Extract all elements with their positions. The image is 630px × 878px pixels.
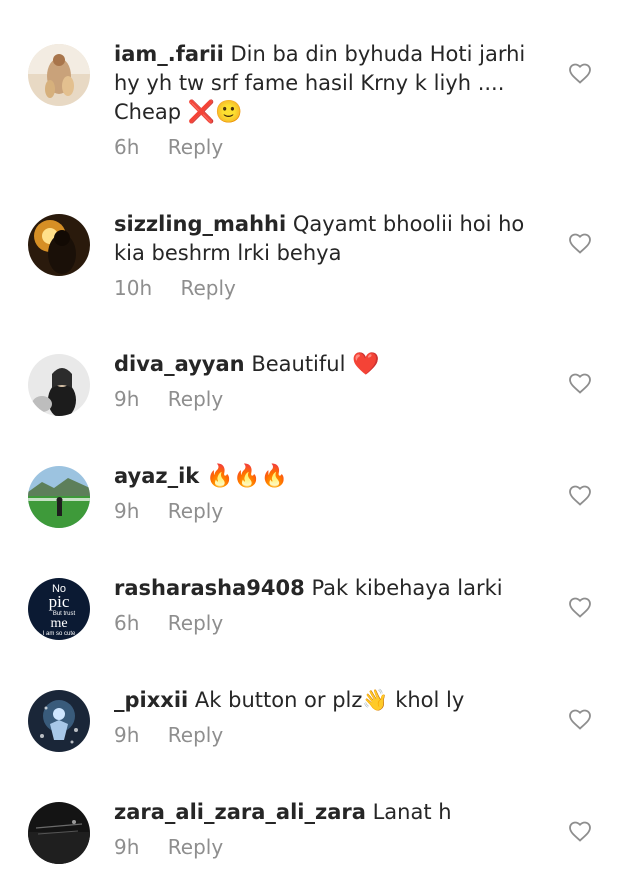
reply-button[interactable]: Reply bbox=[168, 133, 223, 161]
comment-text: sizzling_mahhi Qayamt bhoolii hoi ho kia… bbox=[114, 210, 544, 268]
comment-text: zara_ali_zara_ali_zara Lanat h bbox=[114, 798, 544, 827]
comment-meta: 9h Reply bbox=[114, 497, 544, 525]
comment-username[interactable]: rasharasha9408 bbox=[114, 576, 305, 600]
comment-message: Ak button or plz👋 khol ly bbox=[194, 688, 465, 712]
avatar-text-me: me bbox=[50, 616, 67, 631]
comment-body: _pixxii Ak button or plz👋 khol ly 9h Rep… bbox=[114, 686, 544, 749]
comment-meta: 9h Reply bbox=[114, 721, 544, 749]
comment-body: rasharasha9408 Pak kibehaya larki 6h Rep… bbox=[114, 574, 544, 637]
heart-outline-icon[interactable] bbox=[568, 596, 592, 618]
reply-button[interactable]: Reply bbox=[168, 497, 223, 525]
heart-outline-icon[interactable] bbox=[568, 484, 592, 506]
comment-text: ayaz_ik 🔥🔥🔥 bbox=[114, 462, 544, 491]
comment-emojis: 🔥🔥🔥 bbox=[205, 464, 289, 489]
comment-username[interactable]: _pixxii bbox=[114, 688, 188, 712]
comment-body: sizzling_mahhi Qayamt bhoolii hoi ho kia… bbox=[114, 210, 544, 302]
avatar-text-pic: pic bbox=[49, 592, 70, 611]
comment-time: 9h bbox=[114, 499, 140, 523]
comment-meta: 6h Reply bbox=[114, 133, 544, 161]
comment-username[interactable]: ayaz_ik bbox=[114, 464, 199, 488]
comment-username[interactable]: diva_ayyan bbox=[114, 352, 245, 376]
avatar[interactable] bbox=[28, 802, 90, 864]
comment-username[interactable]: zara_ali_zara_ali_zara bbox=[114, 800, 366, 824]
comment-text: diva_ayyan Beautiful ❤️ bbox=[114, 350, 544, 379]
reply-button[interactable]: Reply bbox=[168, 385, 223, 413]
comment-time: 6h bbox=[114, 611, 140, 635]
reply-button[interactable]: Reply bbox=[168, 833, 223, 861]
avatar[interactable] bbox=[28, 214, 90, 276]
comment-time: 9h bbox=[114, 835, 140, 859]
comment-body: zara_ali_zara_ali_zara Lanat h 9h Reply bbox=[114, 798, 544, 861]
comment-emojis: ❌🙂 bbox=[187, 100, 243, 125]
comment-time: 9h bbox=[114, 723, 140, 747]
comment-meta: 6h Reply bbox=[114, 609, 544, 637]
avatar[interactable] bbox=[28, 690, 90, 752]
comment-text: _pixxii Ak button or plz👋 khol ly bbox=[114, 686, 544, 715]
avatar[interactable] bbox=[28, 354, 90, 416]
comment-meta: 9h Reply bbox=[114, 833, 544, 861]
reply-button[interactable]: Reply bbox=[168, 609, 223, 637]
comment-time: 9h bbox=[114, 387, 140, 411]
comment-username[interactable]: iam_.farii bbox=[114, 42, 224, 66]
avatar-text-cute: I am so cute bbox=[43, 631, 76, 637]
avatar[interactable] bbox=[28, 44, 90, 106]
comment-text: iam_.farii Din ba din byhuda Hoti jarhi … bbox=[114, 40, 544, 127]
comment-message: Beautiful bbox=[251, 352, 346, 376]
avatar[interactable]: No pic But trust me I am so cute bbox=[28, 578, 90, 640]
comment-username[interactable]: sizzling_mahhi bbox=[114, 212, 286, 236]
comment-body: iam_.farii Din ba din byhuda Hoti jarhi … bbox=[114, 40, 544, 161]
heart-outline-icon[interactable] bbox=[568, 708, 592, 730]
comment-message: Lanat h bbox=[372, 800, 452, 824]
avatar[interactable] bbox=[28, 466, 90, 528]
comment-emojis: ❤️ bbox=[352, 352, 380, 377]
comment-time: 6h bbox=[114, 135, 140, 159]
comment-message: Pak kibehaya larki bbox=[311, 576, 503, 600]
heart-outline-icon[interactable] bbox=[568, 62, 592, 84]
reply-button[interactable]: Reply bbox=[180, 274, 235, 302]
heart-outline-icon[interactable] bbox=[568, 232, 592, 254]
comment-meta: 10h Reply bbox=[114, 274, 544, 302]
comment-time: 10h bbox=[114, 276, 153, 300]
comment-body: ayaz_ik 🔥🔥🔥 9h Reply bbox=[114, 462, 544, 525]
comment-meta: 9h Reply bbox=[114, 385, 544, 413]
reply-button[interactable]: Reply bbox=[168, 721, 223, 749]
heart-outline-icon[interactable] bbox=[568, 372, 592, 394]
heart-outline-icon[interactable] bbox=[568, 820, 592, 842]
comment-text: rasharasha9408 Pak kibehaya larki bbox=[114, 574, 544, 603]
comment-body: diva_ayyan Beautiful ❤️ 9h Reply bbox=[114, 350, 544, 413]
